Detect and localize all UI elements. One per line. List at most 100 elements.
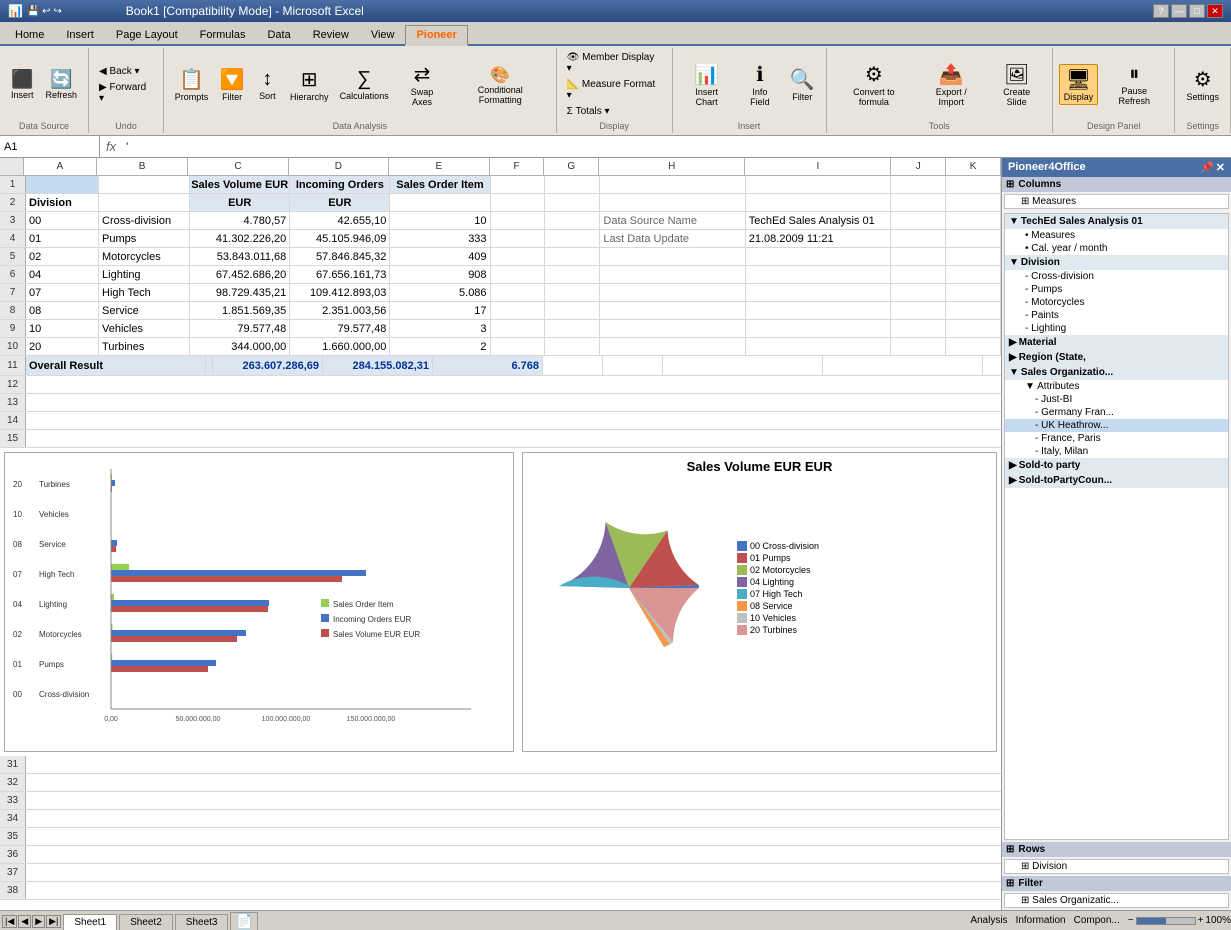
zoom-slider[interactable] xyxy=(1136,917,1196,925)
cell-c9[interactable]: 79.577,48 xyxy=(190,320,290,337)
insert-chart-button[interactable]: 📊 Insert Chart xyxy=(679,59,735,110)
cell-g7[interactable] xyxy=(545,284,600,301)
cell-f11[interactable] xyxy=(543,356,603,375)
cell-f5[interactable] xyxy=(491,248,546,265)
cell-e11[interactable]: 6.768 xyxy=(433,356,543,375)
cell-j2[interactable] xyxy=(891,194,946,211)
cell-g8[interactable] xyxy=(545,302,600,319)
calculations-button[interactable]: ∑ Calculations xyxy=(335,65,393,104)
cell-k10[interactable] xyxy=(946,338,1001,355)
cell-d4[interactable]: 45.105.946,09 xyxy=(290,230,390,247)
cell-d9[interactable]: 79.577,48 xyxy=(290,320,390,337)
cell-k2[interactable] xyxy=(946,194,1001,211)
cell-e10[interactable]: 2 xyxy=(390,338,490,355)
cell-k8[interactable] xyxy=(946,302,1001,319)
cell-j10[interactable] xyxy=(891,338,946,355)
maximize-btn[interactable]: □ xyxy=(1189,4,1205,18)
sheet-nav-last[interactable]: ▶| xyxy=(46,915,61,928)
cell-k4[interactable] xyxy=(946,230,1001,247)
measure-format-button[interactable]: 📐 Measure Format ▾ xyxy=(563,77,666,103)
cell-c1[interactable]: Sales Volume EUR xyxy=(190,176,290,193)
cell-b3[interactable]: Cross-division xyxy=(99,212,190,229)
cell-i2[interactable] xyxy=(746,194,891,211)
refresh-button[interactable]: 🔄 Refresh xyxy=(41,66,83,103)
cell-g5[interactable] xyxy=(545,248,600,265)
cell-h8[interactable] xyxy=(600,302,745,319)
cell-c2[interactable]: EUR xyxy=(190,194,290,211)
cell-k5[interactable] xyxy=(946,248,1001,265)
tab-page-layout[interactable]: Page Layout xyxy=(105,25,189,44)
columns-section-header[interactable]: ⊞ Columns xyxy=(1002,177,1231,192)
cell-k3[interactable] xyxy=(946,212,1001,229)
cell-b2[interactable] xyxy=(99,194,190,211)
cell-j6[interactable] xyxy=(891,266,946,283)
close-btn[interactable]: ✕ xyxy=(1207,4,1223,18)
tree-germany[interactable]: - Germany Fran... xyxy=(1005,406,1228,419)
hierarchy-button[interactable]: ⊞ Hierarchy xyxy=(285,64,333,105)
cell-g9[interactable] xyxy=(545,320,600,337)
cell-d5[interactable]: 57.846.845,32 xyxy=(290,248,390,265)
tree-attributes[interactable]: ▼ Attributes xyxy=(1005,380,1228,393)
cell-a2[interactable]: Division xyxy=(26,194,99,211)
rows-division[interactable]: ⊞ Division xyxy=(1005,860,1228,873)
export-import-button[interactable]: 📤 Export / Import xyxy=(917,59,985,110)
cell-h5[interactable] xyxy=(600,248,745,265)
cell-e5[interactable]: 409 xyxy=(390,248,490,265)
tree-cross-div[interactable]: - Cross-division xyxy=(1005,270,1228,283)
forward-button[interactable]: ▶ Forward ▾ xyxy=(95,80,157,106)
panel-close-icon[interactable]: ✕ xyxy=(1216,161,1225,174)
cell-g10[interactable] xyxy=(545,338,600,355)
filter-insert-button[interactable]: 🔍 Filter xyxy=(785,64,819,105)
col-k[interactable]: K xyxy=(946,158,1001,175)
tree-just-bi[interactable]: - Just-BI xyxy=(1005,393,1228,406)
pause-refresh-button[interactable]: ⏸ Pause Refresh xyxy=(1100,60,1168,109)
sold-to-country-section[interactable]: ▶ Sold-toPartyCoun... xyxy=(1005,473,1228,488)
cell-k7[interactable] xyxy=(946,284,1001,301)
cell-b8[interactable]: Service xyxy=(99,302,190,319)
col-e[interactable]: E xyxy=(389,158,489,175)
cell-e1[interactable]: Sales Order Item xyxy=(390,176,490,193)
tab-home[interactable]: Home xyxy=(4,25,55,44)
cell-d7[interactable]: 109.412.893,03 xyxy=(290,284,390,301)
cell-b6[interactable]: Lighting xyxy=(99,266,190,283)
col-j[interactable]: J xyxy=(891,158,946,175)
filter-sales-org[interactable]: ⊞ Sales Organizatic... xyxy=(1005,894,1228,907)
col-h[interactable]: H xyxy=(599,158,745,175)
cell-e3[interactable]: 10 xyxy=(390,212,490,229)
cell-i4[interactable]: 21.08.2009 11:21 xyxy=(746,230,891,247)
tree-motorcycles[interactable]: - Motorcycles xyxy=(1005,296,1228,309)
cell-a9[interactable]: 10 xyxy=(26,320,99,337)
cell-i5[interactable] xyxy=(746,248,891,265)
cell-j8[interactable] xyxy=(891,302,946,319)
sheet-tab-1[interactable]: Sheet1 xyxy=(63,914,117,930)
panel-pin-icon[interactable]: 📌 xyxy=(1200,161,1214,174)
cell-overall[interactable]: Overall Result xyxy=(26,356,206,375)
sheet-tab-3[interactable]: Sheet3 xyxy=(175,914,229,930)
cell-c4[interactable]: 41.302.226,20 xyxy=(190,230,290,247)
cell-f10[interactable] xyxy=(491,338,546,355)
sold-to-section[interactable]: ▶ Sold-to party xyxy=(1005,458,1228,473)
cell-e2[interactable] xyxy=(390,194,490,211)
zoom-out-btn[interactable]: − xyxy=(1128,915,1134,926)
tree-lighting[interactable]: - Lighting xyxy=(1005,322,1228,335)
conditional-formatting-button[interactable]: 🎨 Conditional Formatting xyxy=(451,62,550,108)
cell-d3[interactable]: 42.655,10 xyxy=(290,212,390,229)
cell-a8[interactable]: 08 xyxy=(26,302,99,319)
cell-f2[interactable] xyxy=(491,194,546,211)
cell-h2[interactable] xyxy=(600,194,745,211)
totals-button[interactable]: Σ Totals ▾ xyxy=(563,104,666,119)
cell-b1[interactable] xyxy=(99,176,190,193)
cell-h7[interactable] xyxy=(600,284,745,301)
help-btn[interactable]: ? xyxy=(1153,4,1169,18)
division-section[interactable]: ▼ Division xyxy=(1005,255,1228,270)
cell-i6[interactable] xyxy=(746,266,891,283)
cell-h9[interactable] xyxy=(600,320,745,337)
tree-paints[interactable]: - Paints xyxy=(1005,309,1228,322)
sort-button[interactable]: ↕ Sort xyxy=(251,65,283,104)
cell-a7[interactable]: 07 xyxy=(26,284,99,301)
cell-g1[interactable] xyxy=(545,176,600,193)
back-button[interactable]: ◀ Back ▾ xyxy=(95,64,157,79)
cell-i8[interactable] xyxy=(746,302,891,319)
zoom-in-btn[interactable]: + xyxy=(1198,915,1204,926)
convert-formula-button[interactable]: ⚙ Convert to formula xyxy=(833,59,916,110)
